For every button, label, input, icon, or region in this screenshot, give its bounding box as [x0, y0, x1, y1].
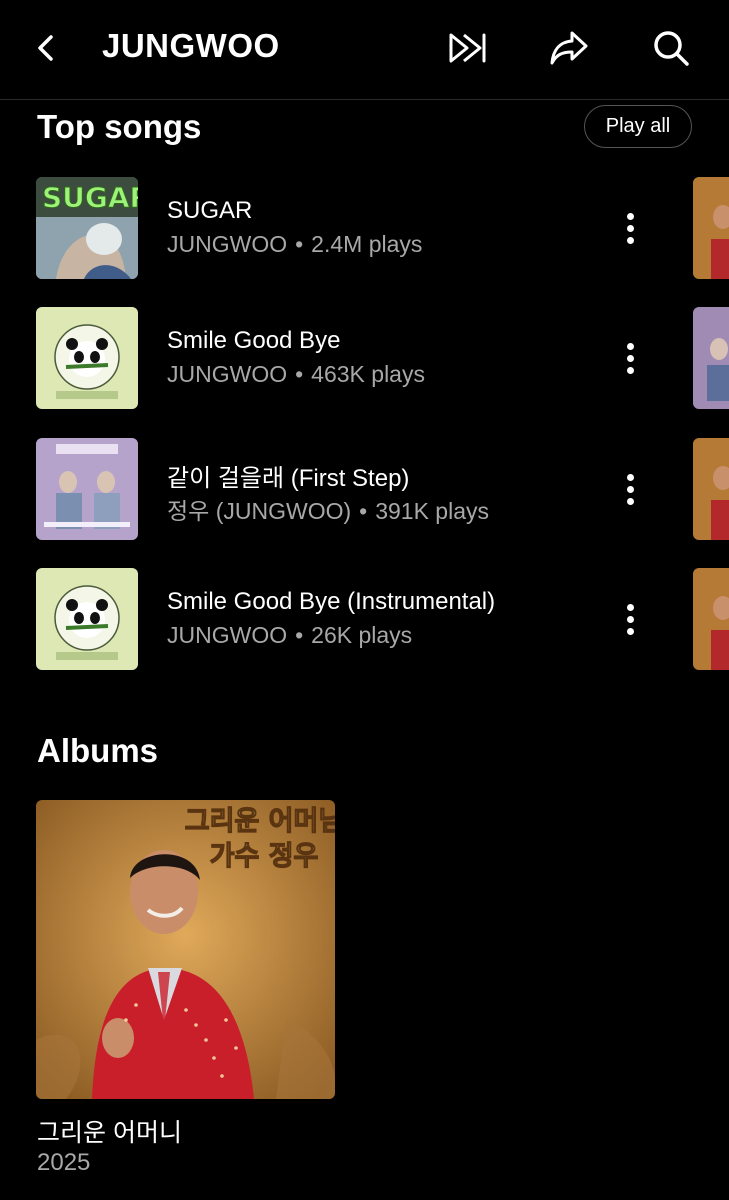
play-all-button[interactable]: Play all	[584, 105, 692, 148]
search-button[interactable]	[649, 26, 693, 70]
song-plays: 2.4M plays	[311, 231, 423, 257]
share-button[interactable]	[547, 26, 591, 70]
albums-heading: Albums	[37, 732, 159, 769]
top-songs-heading: Top songs	[37, 108, 202, 145]
next-column-thumbnail[interactable]	[693, 438, 729, 540]
song-artist: 정우 (JUNGWOO)	[167, 498, 352, 524]
share-icon	[550, 31, 588, 65]
sugar-cover-text: SUGAR	[42, 181, 138, 214]
song-subtitle: JUNGWOO • 463K plays	[167, 361, 425, 387]
song-title: Smile Good Bye	[167, 327, 341, 354]
song-artist: JUNGWOO	[167, 361, 288, 387]
song-row[interactable]: 같이 걸을래 (First Step) 정우 (JUNGWOO) • 391K pl…	[0, 438, 729, 540]
back-button[interactable]	[28, 28, 64, 68]
song-title: 같이 걸을래 (First Step)	[167, 465, 410, 492]
song-thumbnail-first-step	[36, 438, 138, 540]
song-thumbnail-panda	[36, 568, 138, 670]
song-row[interactable]: Smile Good Bye JUNGWOO • 463K plays	[0, 307, 729, 409]
album-year: 2025	[37, 1149, 91, 1176]
song-subtitle: 정우 (JUNGWOO) • 391K plays	[167, 498, 490, 524]
song-subtitle: JUNGWOO • 2.4M plays	[167, 231, 423, 257]
search-icon	[654, 31, 689, 66]
more-options-button[interactable]	[612, 594, 648, 644]
next-column-thumbnail[interactable]	[693, 177, 729, 279]
song-row[interactable]: SUGAR SUGAR JUNGWOO•2.4M plays	[0, 177, 729, 279]
song-thumbnail-sugar: SUGAR	[36, 177, 138, 279]
more-options-button[interactable]	[612, 333, 648, 383]
more-options-button[interactable]	[612, 203, 648, 253]
page-title: JUNGWOO	[102, 27, 280, 64]
song-artist: JUNGWOO	[167, 622, 288, 648]
song-plays: 463K plays	[311, 361, 425, 387]
more-options-button[interactable]	[612, 464, 648, 514]
album-cover-text-line2: 가수 정우	[210, 841, 319, 872]
song-title: Smile Good Bye (Instrumental)	[167, 588, 496, 615]
next-column-thumbnail[interactable]	[693, 568, 729, 670]
song-artist: JUNGWOO	[167, 231, 288, 257]
song-row[interactable]: Smile Good Bye (Instrumental) JUNGWOO • 26…	[0, 568, 729, 670]
play-next-icon	[449, 33, 486, 63]
song-plays: 26K plays	[311, 622, 413, 648]
song-subtitle: JUNGWOO • 26K plays	[167, 622, 413, 648]
play-next-button[interactable]	[446, 26, 490, 70]
song-thumbnail-panda	[36, 307, 138, 409]
album-cover[interactable]: 그리운 어머님 가수 정우	[36, 800, 335, 1099]
song-title: SUGAR	[167, 197, 253, 224]
song-plays: 391K plays	[375, 498, 490, 524]
chevron-left-icon	[38, 35, 53, 61]
album-title[interactable]: 그리운 어머니	[37, 1113, 182, 1149]
next-column-thumbnail[interactable]	[693, 307, 729, 409]
album-cover-text-line1: 그리운 어머님	[185, 806, 335, 837]
top-app-bar: JUNGWOO	[0, 0, 729, 100]
